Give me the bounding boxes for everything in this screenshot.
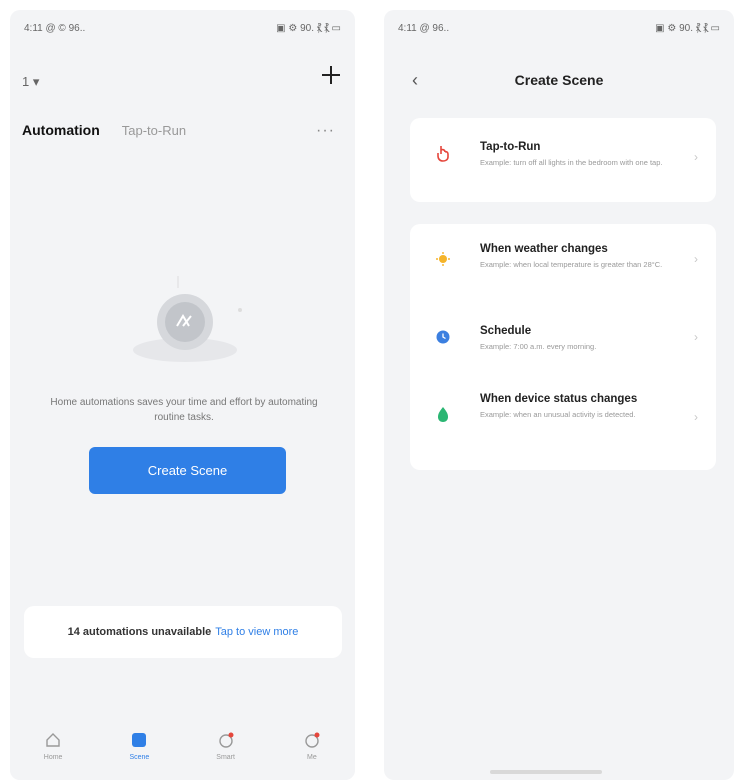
schedule-icon: [434, 328, 452, 346]
create-scene-screen: 4:11 @ 96.. ▣ ⚙ 90. ⳩ ⳩ ▭ ‹ Create Scene…: [384, 10, 734, 780]
nav-me[interactable]: Me: [282, 730, 342, 761]
empty-state-illustration: [120, 270, 250, 370]
home-indicator: [490, 770, 602, 774]
weather-icon: [434, 250, 452, 268]
tap-icon: [434, 144, 452, 162]
scene-tabs: Automation Tap-to-Run: [22, 122, 186, 138]
nav-me-label: Me: [307, 754, 317, 761]
page-title: Create Scene: [514, 72, 604, 88]
chevron-right-icon: ›: [694, 330, 698, 344]
nav-smart-label: Smart: [216, 754, 235, 761]
device-status-icon: [434, 406, 452, 424]
option-title: Tap-to-Run: [480, 141, 541, 153]
view-more-link[interactable]: Tap to view more: [215, 626, 298, 638]
status-bar: 4:11 @ © 96.. ▣ ⚙ 90. ⳩ ⳩ ▭: [10, 10, 355, 46]
add-scene-button[interactable]: [317, 64, 345, 92]
profile-icon: [302, 730, 322, 750]
home-selector-label: 1 ▾: [22, 74, 40, 89]
automation-options-card: When weather changes Example: when local…: [410, 224, 716, 470]
chevron-right-icon: ›: [694, 150, 698, 164]
plus-icon: [322, 66, 340, 84]
option-tap-to-run-body: Tap-to-Run Example: turn off all lights …: [480, 140, 680, 168]
status-right: ▣ ⚙ 90. ⳩ ⳩ ▭: [655, 22, 720, 34]
option-device-status-body: When device status changes Example: when…: [480, 392, 680, 420]
option-title: When weather changes: [480, 243, 608, 255]
option-schedule-body: Schedule Example: 7:00 a.m. every mornin…: [480, 324, 680, 352]
chevron-right-icon: ›: [694, 410, 698, 424]
empty-scene-icon: [133, 276, 242, 362]
nav-scene[interactable]: Scene: [109, 730, 169, 761]
chevron-right-icon: ›: [694, 252, 698, 266]
more-button[interactable]: ···: [316, 122, 335, 140]
bottom-navigation: Home Scene Smart Me: [10, 718, 355, 780]
option-description: Example: 7:00 a.m. every morning.: [480, 342, 597, 351]
status-left: 4:11 @ 96..: [398, 22, 450, 34]
unavailable-count-text: 14 automations unavailable: [67, 626, 212, 638]
nav-home-label: Home: [43, 754, 63, 761]
status-bar: 4:11 @ 96.. ▣ ⚙ 90. ⳩ ⳩ ▭: [384, 10, 734, 46]
unavailable-automations-card: 14 automations unavailable Tap to view m…: [24, 606, 342, 658]
option-description: Example: when an unusual activity is det…: [480, 410, 636, 419]
tab-automation[interactable]: Automation: [22, 122, 100, 138]
tap-to-run-card: Tap-to-Run Example: turn off all lights …: [410, 118, 716, 202]
nav-scene-label: Scene: [129, 754, 150, 761]
create-scene-button[interactable]: Create Scene: [89, 447, 286, 494]
option-description: Example: turn off all lights in the bedr…: [480, 158, 663, 167]
option-weather-body: When weather changes Example: when local…: [480, 242, 680, 270]
smart-icon: [216, 730, 236, 750]
status-right: ▣ ⚙ 90. ⳩ ⳩ ▭: [276, 22, 341, 34]
option-title: When device status changes: [480, 393, 638, 405]
nav-smart[interactable]: Smart: [196, 730, 256, 761]
home-icon: [43, 730, 63, 750]
option-title: Schedule: [480, 325, 532, 337]
nav-home[interactable]: Home: [23, 730, 83, 761]
scene-list-screen: 4:11 @ © 96.. ▣ ⚙ 90. ⳩ ⳩ ▭ 1 ▾ Automati…: [10, 10, 355, 780]
status-left: 4:11 @ © 96..: [24, 22, 86, 34]
home-selector[interactable]: 1 ▾: [22, 74, 39, 90]
scene-icon: [129, 730, 149, 750]
option-description: Example: when local temperature is great…: [480, 260, 663, 269]
empty-state-message: Home automations saves your time and eff…: [50, 397, 318, 423]
tab-tap-to-run[interactable]: Tap-to-Run: [122, 123, 186, 138]
